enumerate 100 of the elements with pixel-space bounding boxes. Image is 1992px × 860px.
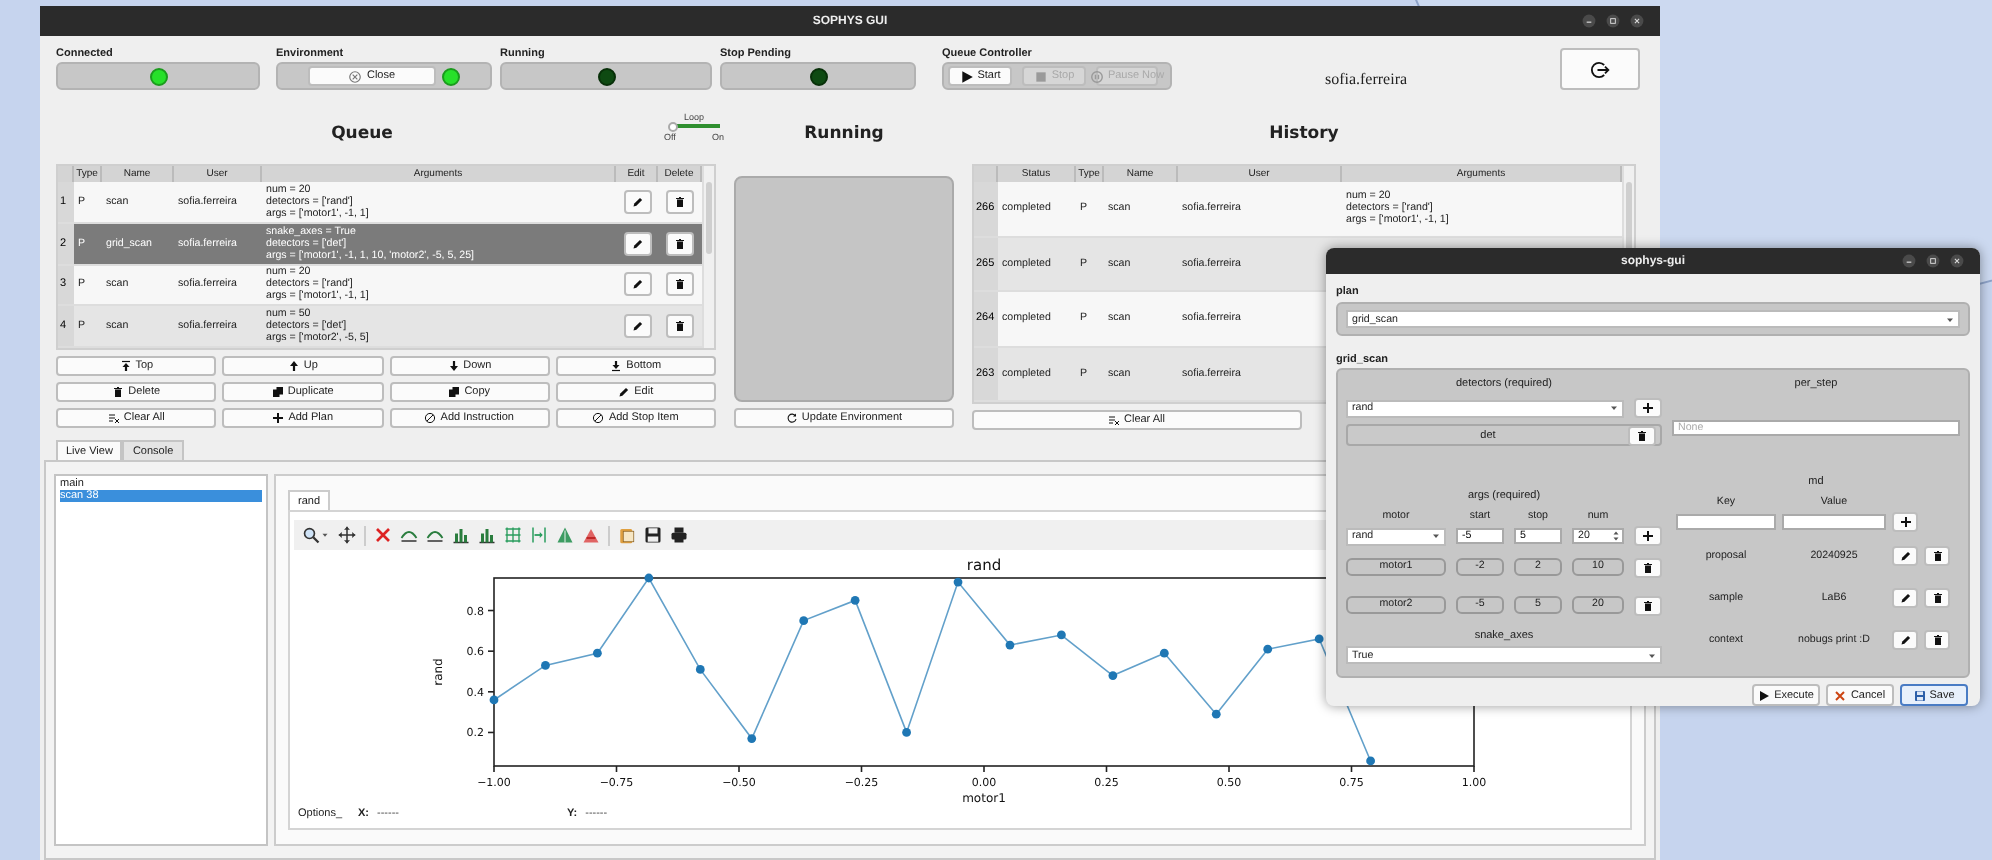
clear-list-icon xyxy=(107,412,120,424)
trash-icon xyxy=(1931,549,1943,561)
trash-icon xyxy=(674,195,686,208)
refresh-icon xyxy=(785,412,798,424)
add-button[interactable] xyxy=(1634,526,1662,546)
arrow-down-icon xyxy=(447,360,460,372)
pencil-icon xyxy=(631,195,643,208)
data-point xyxy=(850,595,860,605)
pencil-icon xyxy=(618,386,631,398)
caret-icon xyxy=(1944,313,1956,325)
add-button[interactable] xyxy=(1634,398,1662,418)
save-icon xyxy=(1913,689,1926,701)
scrollbar[interactable] xyxy=(702,166,714,348)
spinner-icon xyxy=(1610,530,1622,542)
data-point xyxy=(593,648,602,658)
close-icon xyxy=(1834,689,1847,701)
pencil-icon xyxy=(631,278,643,291)
data-point xyxy=(1005,640,1015,650)
data-point xyxy=(1159,648,1169,658)
save-icon[interactable] xyxy=(644,526,662,544)
close-icon[interactable] xyxy=(1630,14,1644,28)
delete-button[interactable] xyxy=(1634,595,1662,615)
trash-icon xyxy=(1642,599,1654,611)
input-field[interactable] xyxy=(1676,514,1776,530)
edit-button[interactable] xyxy=(623,189,651,214)
delete-button[interactable] xyxy=(666,272,694,297)
delete-button[interactable] xyxy=(666,314,694,339)
pencil-icon xyxy=(1899,633,1911,645)
trash-icon xyxy=(1642,561,1654,573)
data-point xyxy=(1108,671,1118,680)
data-point xyxy=(644,573,654,583)
y-axis xyxy=(487,609,495,734)
plus-icon xyxy=(1899,516,1911,528)
input-field[interactable] xyxy=(1782,514,1886,530)
edit-button[interactable] xyxy=(623,231,651,256)
plus-icon xyxy=(1642,530,1654,542)
circle-slash-icon xyxy=(592,412,605,424)
curve-icon[interactable] xyxy=(400,526,418,544)
edit-button[interactable] xyxy=(1892,629,1918,649)
copy-icon xyxy=(271,386,284,398)
minimize-icon[interactable] xyxy=(1902,254,1916,268)
data-point xyxy=(1211,709,1221,719)
clipboard-icon[interactable] xyxy=(618,526,636,544)
bar-chart-icon[interactable] xyxy=(452,526,470,544)
play-icon xyxy=(959,69,974,83)
user-name: sofia.ferreira xyxy=(1322,70,1410,88)
plus-icon xyxy=(272,412,285,424)
trash-icon xyxy=(1931,591,1943,603)
delete-button[interactable] xyxy=(1924,629,1950,649)
data-point xyxy=(1314,634,1324,644)
data-point xyxy=(1263,644,1273,654)
move-icon[interactable] xyxy=(338,526,356,544)
trash-icon xyxy=(674,278,686,291)
plus-icon xyxy=(1642,402,1654,414)
section-title: History xyxy=(1267,124,1341,144)
bar-arrow-down-icon xyxy=(610,360,623,372)
data-point xyxy=(902,728,911,737)
stop-icon xyxy=(1033,69,1048,83)
bar-chart-icon[interactable] xyxy=(478,526,496,544)
delete-button[interactable] xyxy=(666,231,694,256)
edit-button[interactable] xyxy=(1892,587,1918,607)
printer-icon[interactable] xyxy=(670,526,688,544)
trash-icon xyxy=(1931,633,1943,645)
logout-button[interactable] xyxy=(1560,48,1640,90)
loop-switch[interactable] xyxy=(668,121,720,131)
delete-icon[interactable] xyxy=(374,526,392,544)
data-point xyxy=(541,661,550,670)
delete-button[interactable] xyxy=(666,189,694,214)
data-point xyxy=(1366,756,1375,766)
delete-button[interactable] xyxy=(1634,557,1662,577)
delete-button[interactable] xyxy=(1628,425,1656,445)
edit-button[interactable] xyxy=(623,272,651,297)
add-button[interactable] xyxy=(1892,512,1918,532)
data-point xyxy=(1057,630,1066,640)
trash-icon xyxy=(674,320,686,333)
range-icon[interactable] xyxy=(530,526,548,544)
trash-icon xyxy=(674,237,686,250)
pencil-icon xyxy=(631,237,643,250)
data-point xyxy=(747,734,757,743)
minimize-icon[interactable] xyxy=(1582,14,1596,28)
delete-button[interactable] xyxy=(1924,545,1950,565)
delete-button[interactable] xyxy=(1924,587,1950,607)
maximize-icon[interactable] xyxy=(1606,14,1620,28)
curve-icon[interactable] xyxy=(426,526,444,544)
edit-button[interactable] xyxy=(623,314,651,339)
pencil-icon xyxy=(1899,549,1911,561)
play-icon xyxy=(1758,689,1771,701)
data-point xyxy=(799,616,809,626)
maximize-icon[interactable] xyxy=(1926,254,1940,268)
bar-arrow-up-icon xyxy=(119,360,132,372)
trash-icon xyxy=(1636,429,1648,441)
grid-icon[interactable] xyxy=(504,526,522,544)
magnifier-icon[interactable] xyxy=(302,526,320,544)
arrow-up-icon xyxy=(287,360,300,372)
clear-list-icon xyxy=(1108,414,1120,426)
caret-icon xyxy=(1430,530,1442,542)
close-icon xyxy=(348,69,363,83)
close-icon[interactable] xyxy=(1950,254,1964,268)
edit-button[interactable] xyxy=(1892,545,1918,565)
data-point xyxy=(953,577,963,587)
